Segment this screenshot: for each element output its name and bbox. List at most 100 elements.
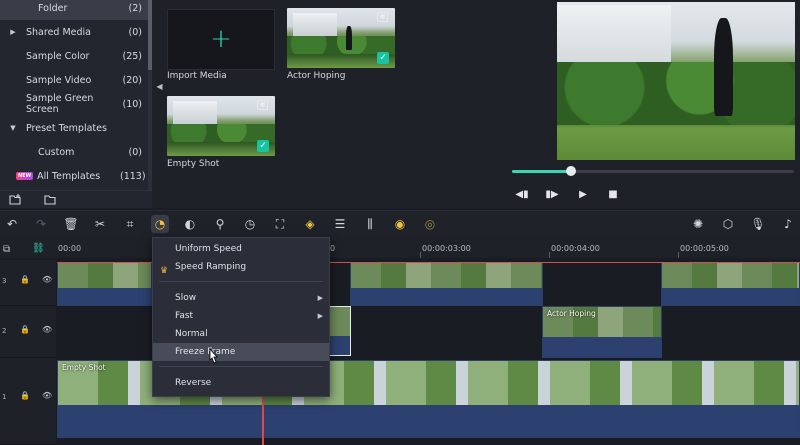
crown-icon: ♛ bbox=[160, 266, 169, 276]
stabilize-icon[interactable]: ⚲ bbox=[211, 215, 229, 233]
eye-icon[interactable]: 👁 bbox=[42, 391, 52, 400]
sidebar-item-label: Shared Media bbox=[26, 26, 91, 38]
track-header-2: 2 🔒 👁 bbox=[0, 306, 56, 358]
color-icon[interactable]: ◐ bbox=[181, 215, 199, 233]
menu-item-label: Slow bbox=[175, 293, 197, 303]
sidebar-item-count: (0) bbox=[128, 146, 142, 158]
checkmark-icon: ✓ bbox=[257, 140, 269, 152]
sidebar-item-sample-color[interactable]: Sample Color (25) bbox=[0, 44, 148, 68]
sidebar-item-label: Sample Color bbox=[26, 50, 90, 62]
track-header-1: 1 🔒 👁 bbox=[0, 358, 56, 445]
timeline-tools: ⧉ ⛓ bbox=[0, 238, 56, 258]
sidebar-item-label: Custom bbox=[38, 146, 75, 158]
new-badge: NEW bbox=[16, 172, 34, 180]
plus-icon[interactable]: + bbox=[207, 24, 235, 54]
sidebar-footer bbox=[0, 190, 152, 208]
playback-progress bbox=[512, 170, 572, 173]
sidebar-item-all-templates[interactable]: NEW All Templates (113) bbox=[0, 164, 148, 188]
preview-video[interactable] bbox=[557, 2, 795, 160]
ruler-tick: 00:00:04:00 bbox=[551, 244, 600, 253]
sidebar-item-sample-green-screen[interactable]: Sample Green Screen (10) bbox=[0, 92, 148, 116]
ruler-tick: 00:00:03:00 bbox=[422, 244, 471, 253]
eye-icon[interactable]: 👁 bbox=[42, 275, 52, 284]
timeline-clip[interactable] bbox=[661, 262, 800, 306]
submenu-arrow-icon: ▶ bbox=[317, 312, 323, 320]
sidebar-item-label: All Templates bbox=[37, 170, 101, 182]
menu-item-speed-ramping[interactable]: ♛ Speed Ramping bbox=[153, 258, 329, 276]
track-number: 3 bbox=[2, 277, 7, 285]
ruler-tick: 00:00 bbox=[58, 244, 82, 253]
lock-icon[interactable]: 🔒 bbox=[20, 275, 30, 284]
stop-icon[interactable]: ■ bbox=[606, 188, 620, 202]
folder-icon[interactable] bbox=[44, 194, 56, 205]
play-icon[interactable]: ▶ bbox=[576, 188, 590, 202]
menu-item-fast[interactable]: Fast ▶ bbox=[153, 307, 329, 325]
timeline-clip-selected[interactable] bbox=[329, 306, 351, 356]
render-icon[interactable]: ✺ bbox=[689, 215, 707, 233]
sidebar-item-count: (20) bbox=[122, 74, 142, 86]
fit-icon[interactable]: ⛶ bbox=[271, 215, 289, 233]
keyframe-icon[interactable]: ◈ bbox=[301, 215, 319, 233]
sidebar-item-count: (2) bbox=[128, 2, 142, 14]
sidebar-item-count: (113) bbox=[120, 170, 146, 182]
track-number: 2 bbox=[2, 327, 7, 335]
add-track-icon[interactable]: ⧉ bbox=[3, 244, 10, 255]
clip-title: Empty Shot bbox=[62, 363, 106, 372]
menu-item-reverse[interactable]: Reverse bbox=[153, 374, 329, 392]
chevron-down-icon[interactable]: ▼ bbox=[0, 124, 26, 132]
media-item-label: Empty Shot bbox=[167, 159, 220, 169]
redo-icon[interactable]: ↷ bbox=[32, 215, 50, 233]
step-back-icon[interactable]: ◀▮ bbox=[515, 188, 529, 202]
menu-separator bbox=[159, 366, 323, 367]
menu-item-freeze-frame[interactable]: Freeze Frame bbox=[153, 343, 329, 361]
media-thumbnail-empty-shot[interactable]: ▦ ✓ bbox=[167, 96, 275, 156]
sidebar-item-label: Sample Video bbox=[26, 74, 92, 86]
undo-icon[interactable]: ↶ bbox=[3, 215, 21, 233]
delete-icon[interactable]: 🗑 bbox=[62, 215, 80, 233]
audio-icon[interactable]: ⫼ bbox=[361, 215, 379, 233]
menu-item-slow[interactable]: Slow ▶ bbox=[153, 289, 329, 307]
chevron-right-icon[interactable]: ▶ bbox=[0, 28, 26, 36]
sidebar-item-shared-media[interactable]: ▶ Shared Media (0) bbox=[0, 20, 148, 44]
speed-context-menu: Uniform Speed ♛ Speed Ramping Slow ▶ Fas… bbox=[152, 237, 330, 397]
menu-item-label: Fast bbox=[175, 311, 194, 321]
mouse-cursor-icon bbox=[209, 348, 218, 364]
media-thumbnail-actor-hoping[interactable]: ▦ ✓ bbox=[287, 8, 395, 68]
timeline-clip-actor-hoping[interactable]: Actor Hoping bbox=[542, 306, 662, 358]
sidebar-item-preset-templates[interactable]: ▼ Preset Templates bbox=[0, 116, 148, 140]
music-icon[interactable]: ♪ bbox=[779, 215, 797, 233]
marker-icon[interactable]: ⬡ bbox=[719, 215, 737, 233]
microphone-icon[interactable]: 🎙 bbox=[749, 215, 767, 233]
ruler-tick: 00:00:05:00 bbox=[680, 244, 729, 253]
sidebar-item-custom[interactable]: Custom (0) bbox=[0, 140, 148, 164]
eye-icon[interactable]: 👁 bbox=[42, 325, 52, 334]
speech-icon[interactable]: ◎ bbox=[421, 215, 439, 233]
sidebar-item-label: Preset Templates bbox=[26, 122, 107, 134]
track-number: 1 bbox=[2, 393, 7, 401]
clip-title: Actor Hoping bbox=[547, 309, 596, 318]
duration-icon[interactable]: ◷ bbox=[241, 215, 259, 233]
link-icon[interactable]: ⛓ bbox=[32, 243, 45, 254]
submenu-arrow-icon: ▶ bbox=[317, 294, 323, 302]
new-folder-icon[interactable] bbox=[9, 194, 21, 205]
menu-separator bbox=[159, 281, 323, 282]
menu-item-uniform-speed[interactable]: Uniform Speed bbox=[153, 240, 329, 258]
step-forward-icon[interactable]: ▮▶ bbox=[545, 188, 559, 202]
crop-icon[interactable]: ⌗ bbox=[121, 215, 139, 233]
import-media-label: Import Media bbox=[167, 71, 227, 81]
sidebar-item-count: (10) bbox=[122, 98, 142, 110]
sidebar-item-count: (0) bbox=[128, 26, 142, 38]
lock-icon[interactable]: 🔒 bbox=[20, 325, 30, 334]
adjust-icon[interactable]: ☰ bbox=[331, 215, 349, 233]
timeline-clip[interactable] bbox=[350, 262, 543, 306]
cut-icon[interactable]: ✂ bbox=[91, 215, 109, 233]
menu-item-normal[interactable]: Normal bbox=[153, 325, 329, 343]
collapse-sidebar-icon[interactable]: ◀ bbox=[155, 82, 164, 96]
speed-icon[interactable]: ◔ bbox=[151, 215, 169, 233]
sidebar-item-sample-video[interactable]: Sample Video (20) bbox=[0, 68, 148, 92]
sidebar-item-folder[interactable]: Folder (2) bbox=[0, 0, 148, 20]
ai-icon[interactable]: ◉ bbox=[391, 215, 409, 233]
timeline-clip[interactable] bbox=[57, 262, 152, 306]
lock-icon[interactable]: 🔒 bbox=[20, 391, 30, 400]
video-icon: ▦ bbox=[257, 100, 268, 110]
